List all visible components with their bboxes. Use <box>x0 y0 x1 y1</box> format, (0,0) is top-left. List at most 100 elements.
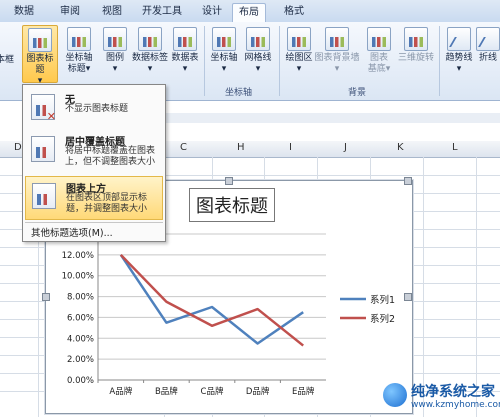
lines-icon <box>476 27 500 51</box>
x-tick-label: D品牌 <box>246 386 270 397</box>
gridlines-button[interactable]: 网格线 ▾ <box>241 25 275 81</box>
tab-layout[interactable]: 布局 <box>232 3 266 22</box>
chart-title-menu: ✕ 无 不显示图表标题 居中覆盖标题 将居中标题覆盖在图表上，但不调整图表大小 … <box>22 84 166 242</box>
series-line-1 <box>119 254 304 345</box>
ribbon-tab-bar: 数据 审阅 视图 开发工具 设计 布局 格式 <box>0 0 500 23</box>
chart-wall-arrow: ▾ <box>334 64 340 74</box>
name-box-area <box>164 113 500 123</box>
data-labels-button[interactable]: 数据标签 ▾ <box>132 25 168 81</box>
axes-button[interactable]: 坐标轴 ▾ <box>207 25 241 81</box>
y-tick-label: 6.00% <box>67 313 94 323</box>
menu-item-above-chart[interactable]: 图表上方 在图表区顶部显示标题，并调整图表大小 <box>25 176 163 220</box>
y-tick-label: 4.00% <box>67 334 94 344</box>
data-table-icon <box>173 27 197 51</box>
tab-data[interactable]: 数据 <box>8 3 40 21</box>
chart-title-button[interactable]: 图表标题 ▾ <box>22 25 58 86</box>
chart-title[interactable]: 图表标题 <box>189 188 275 222</box>
column-header[interactable]: H <box>237 142 245 153</box>
axis-title-icon <box>67 27 91 51</box>
group-separator <box>439 26 440 96</box>
data-table-label: 数据表 <box>171 53 199 63</box>
legend-icon <box>103 27 127 51</box>
data-labels-arrow: ▾ <box>147 64 153 74</box>
resize-handle[interactable] <box>225 177 233 185</box>
overlay-title-icon <box>31 136 55 162</box>
lines-button[interactable]: 折线 <box>476 25 500 81</box>
group-label-background: 背景 <box>348 88 367 98</box>
resize-handle[interactable] <box>404 177 412 185</box>
x-tick-label: B品牌 <box>155 386 178 397</box>
menu-item-description: 不显示图表标题 <box>65 104 129 114</box>
y-tick-label: 12.00% <box>62 251 94 261</box>
no-title-icon: ✕ <box>31 94 56 122</box>
group-separator <box>279 26 280 96</box>
y-tick-label: 8.00% <box>67 293 94 303</box>
data-labels-label: 数据标签 <box>132 53 169 63</box>
chart-wall-label: 图表背景墙 <box>314 53 360 63</box>
legend-label-2: 系列2 <box>370 313 395 325</box>
menu-item-centered-overlay[interactable]: 居中覆盖标题 将居中标题覆盖在图表上，但不调整图表大小 <box>25 130 161 174</box>
x-tick-label: E品牌 <box>292 386 315 397</box>
chart-floor-sub: 基底▾ <box>367 64 391 74</box>
chart-wall-button[interactable]: 图表背景墙 ▾ <box>314 25 360 81</box>
trendline-button[interactable]: 趋势线 ▾ <box>442 25 476 81</box>
tab-design[interactable]: 设计 <box>196 3 228 21</box>
axis-title-label: 坐标轴 <box>65 53 93 63</box>
column-header[interactable]: I <box>289 142 292 153</box>
column-header[interactable]: J <box>344 142 347 153</box>
column-header[interactable]: L <box>452 142 458 153</box>
3d-rotation-icon <box>404 27 428 51</box>
more-title-options[interactable]: 其他标题选项(M)... <box>31 225 113 239</box>
legend-arrow: ▾ <box>112 64 118 74</box>
ribbon-cut-label: 本框 <box>0 55 14 65</box>
trendline-arrow: ▾ <box>456 64 462 74</box>
y-tick-label: 2.00% <box>67 355 94 365</box>
menu-item-description: 将居中标题覆盖在图表上，但不调整图表大小 <box>65 146 156 167</box>
ribbon-cut-button[interactable]: 本框 <box>0 25 16 81</box>
tab-review[interactable]: 审阅 <box>54 3 86 21</box>
axes-label: 坐标轴 <box>210 53 238 63</box>
x-tick-label: A品牌 <box>109 386 132 397</box>
chart-title-icon <box>28 28 52 52</box>
data-table-button[interactable]: 数据表 ▾ <box>168 25 202 81</box>
plot-area-icon <box>287 27 311 51</box>
tab-view[interactable]: 视图 <box>96 3 128 21</box>
chart-wall-icon <box>325 27 349 51</box>
resize-handle[interactable] <box>42 293 50 301</box>
site-logo-icon <box>383 383 407 407</box>
watermark-url: www.kzmyhome.com <box>411 400 500 410</box>
3d-rotation-label: 三维旋转 <box>397 53 434 63</box>
plot-area-button[interactable]: 绘图区 ▾ <box>282 25 316 81</box>
data-labels-icon <box>138 27 162 51</box>
group-label-axes: 坐标轴 <box>225 88 253 98</box>
chart-floor-icon <box>367 27 391 51</box>
plot-area-label: 绘图区 <box>285 53 313 63</box>
legend-label-1: 系列1 <box>370 294 395 306</box>
menu-separator <box>25 222 163 223</box>
x-tick-label: C品牌 <box>201 386 224 397</box>
3d-rotation-button[interactable]: 三维旋转 <box>396 25 436 81</box>
above-chart-title-icon <box>32 183 56 209</box>
grid-column-line <box>423 157 424 417</box>
legend-button[interactable]: 图例 ▾ <box>98 25 132 81</box>
axes-arrow: ▾ <box>221 64 227 74</box>
watermark-title: 纯净系统之家 <box>411 384 495 400</box>
column-header[interactable]: C <box>180 142 187 153</box>
chart-floor-label: 图表 <box>369 53 388 63</box>
axis-title-button[interactable]: 坐标轴 标题▾ <box>62 25 96 81</box>
y-tick-label: 10.00% <box>62 272 94 282</box>
tab-developer[interactable]: 开发工具 <box>136 3 188 21</box>
chart-floor-button[interactable]: 图表 基底▾ <box>362 25 396 81</box>
tab-format[interactable]: 格式 <box>278 3 310 21</box>
y-tick-label: 0.00% <box>67 376 94 386</box>
column-header[interactable]: D <box>14 142 22 153</box>
gridlines-label: 网格线 <box>244 53 272 63</box>
axis-title-sub: 标题▾ <box>67 64 91 74</box>
trendline-icon <box>447 27 471 51</box>
column-header[interactable]: K <box>397 142 404 153</box>
menu-item-none[interactable]: ✕ 无 不显示图表标题 <box>25 88 161 128</box>
gridlines-arrow: ▾ <box>255 64 261 74</box>
resize-handle[interactable] <box>404 293 412 301</box>
lines-label: 折线 <box>478 53 497 63</box>
menu-item-description: 在图表区顶部显示标题，并调整图表大小 <box>66 193 148 214</box>
